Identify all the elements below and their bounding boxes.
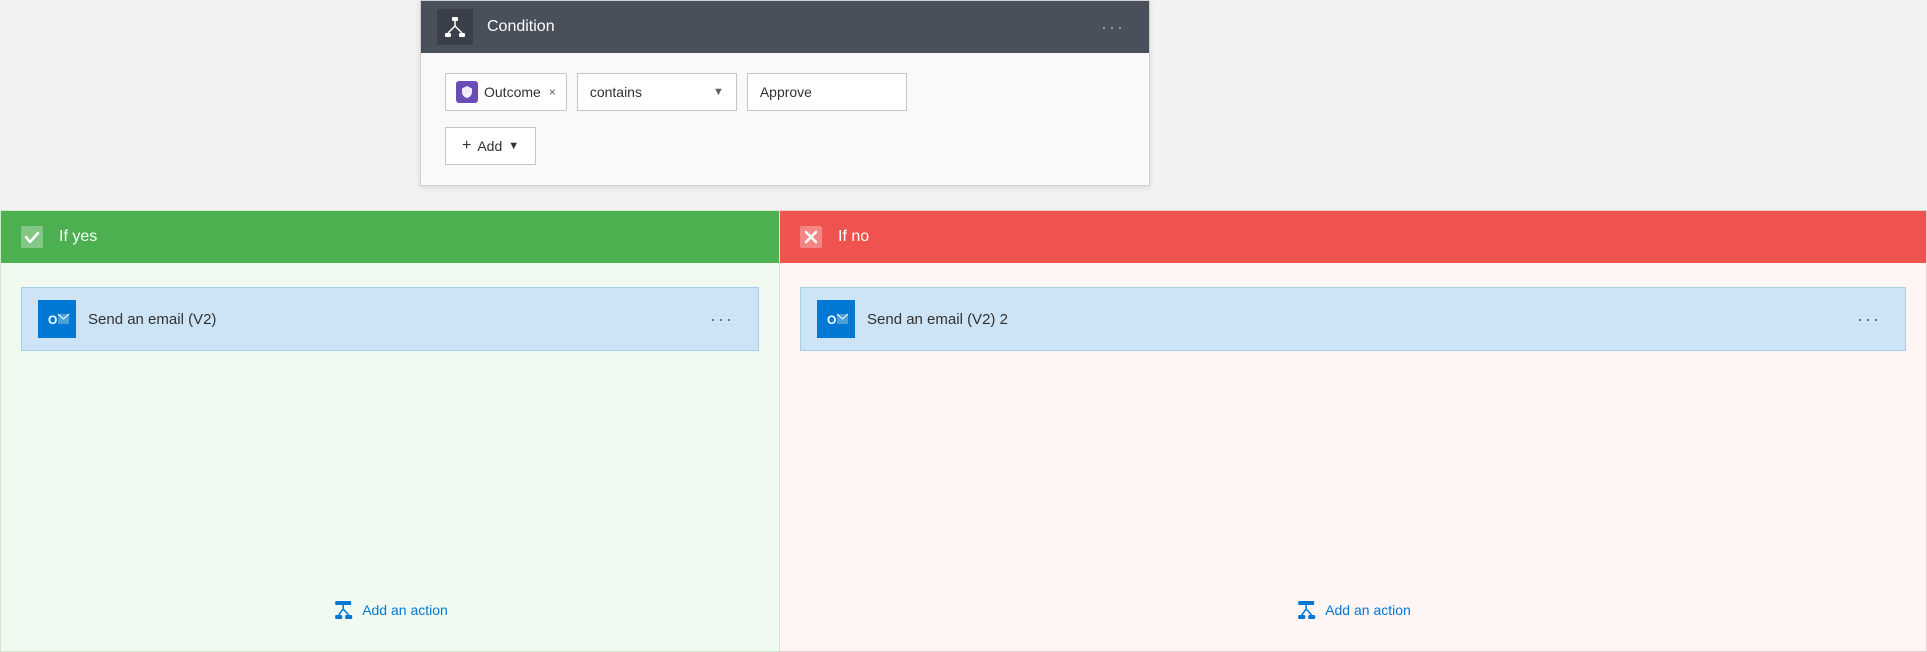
outcome-icon [456,81,478,103]
outlook-icon-2: O [817,300,855,338]
chevron-down-icon: ▼ [713,86,724,98]
add-button[interactable]: + Add ▼ [445,127,536,165]
approve-input[interactable] [747,73,907,111]
condition-row: Outcome × contains ▼ [445,73,1125,111]
outlook-icon: O [38,300,76,338]
contains-select[interactable]: contains ▼ [577,73,737,111]
condition-header-left: Condition [437,9,555,45]
check-icon [17,222,47,252]
contains-value: contains [590,84,642,100]
svg-text:O: O [48,313,57,327]
condition-title: Condition [487,18,555,36]
branches: If yes O Send an email (V2) [0,210,1927,652]
branch-yes-add-action-button[interactable]: Add an action [332,599,448,621]
send-email-v2-2-card[interactable]: O Send an email (V2) 2 ··· [800,287,1906,351]
branch-yes-add-action-label: Add an action [362,602,448,618]
outcome-remove-button[interactable]: × [549,85,556,99]
branch-no-add-action-button[interactable]: Add an action [1295,599,1411,621]
canvas: Condition ··· Outcome × [0,0,1927,652]
plus-icon: + [462,137,471,155]
x-icon [796,222,826,252]
condition-icon [437,9,473,45]
action-card-left: O Send an email (V2) [38,300,216,338]
add-action-icon [332,599,354,621]
condition-more-button[interactable]: ··· [1093,13,1133,42]
branch-no-header: If no [780,211,1926,263]
add-chevron-icon: ▼ [508,140,519,152]
branch-no-add-action-label: Add an action [1325,602,1411,618]
branch-yes-header: If yes [1,211,779,263]
outcome-chip[interactable]: Outcome × [445,73,567,111]
send-email-v2-card[interactable]: O Send an email (V2) ··· [21,287,759,351]
send-email-v2-title: Send an email (V2) [88,311,216,328]
branch-yes: If yes O Send an email (V2) [0,210,780,652]
condition-header: Condition ··· [421,1,1149,53]
branch-yes-label: If yes [59,228,97,246]
add-label: Add [477,138,502,154]
branch-no: If no O Send an email (V2) 2 ··· [780,210,1927,652]
send-email-v2-2-title: Send an email (V2) 2 [867,311,1008,328]
condition-body: Outcome × contains ▼ + Add ▼ [421,53,1149,185]
condition-card: Condition ··· Outcome × [420,0,1150,186]
action-card-left-2: O Send an email (V2) 2 [817,300,1008,338]
send-email-v2-more-button[interactable]: ··· [702,305,742,334]
branch-no-label: If no [838,228,869,246]
add-action-icon-2 [1295,599,1317,621]
outcome-label: Outcome [484,84,541,100]
send-email-v2-2-more-button[interactable]: ··· [1849,305,1889,334]
svg-text:O: O [827,313,836,327]
